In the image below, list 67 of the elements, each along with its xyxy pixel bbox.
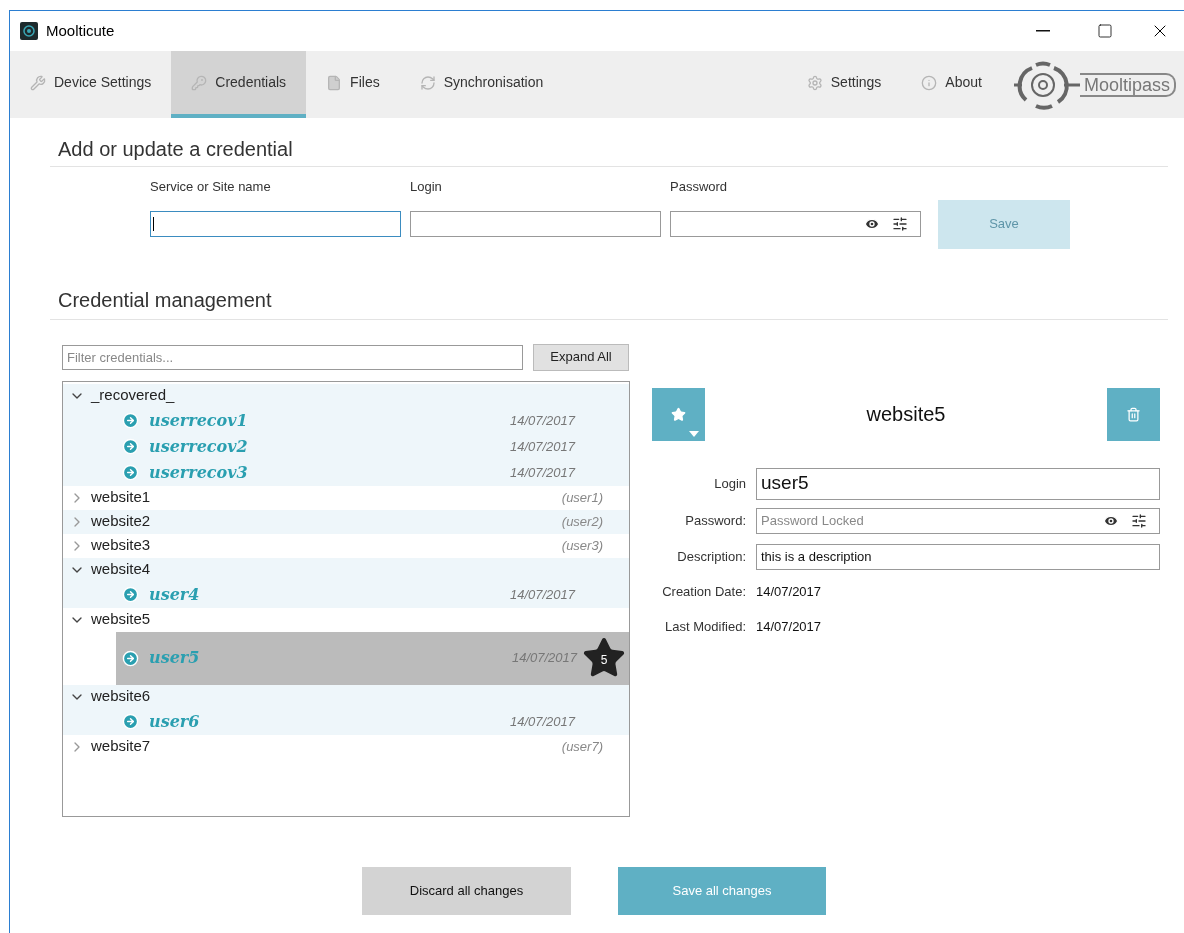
tree-group-row[interactable]: _recovered_ <box>63 383 629 408</box>
login-field[interactable]: user5 <box>756 467 1160 500</box>
login-hint: (user2) <box>561 512 603 531</box>
trash-icon <box>1126 406 1141 422</box>
field-label: Last Modified: <box>664 618 746 636</box>
section-title: Credential management <box>57 287 273 313</box>
tree-group-row[interactable]: website2 (user2) <box>63 509 629 534</box>
info-icon <box>921 74 938 91</box>
arrow-circle-icon <box>122 586 139 603</box>
field-label: Login <box>410 178 443 196</box>
sync-icon <box>419 74 436 91</box>
favorite-button[interactable] <box>652 387 705 441</box>
credential-date: 14/07/2017 <box>509 411 575 430</box>
field-label: Service or Site name <box>150 178 272 196</box>
tab[interactable]: Synchronisation <box>399 51 564 118</box>
star-icon <box>671 406 686 422</box>
text-field[interactable] <box>150 210 401 237</box>
credential-date: 14/07/2017 <box>509 712 575 731</box>
credential-date: 14/07/2017 <box>509 437 575 456</box>
credential-date: 14/07/2017 <box>511 649 577 668</box>
wrench-icon <box>30 74 46 91</box>
description-field[interactable]: this is a description <box>756 543 1160 570</box>
password-field[interactable] <box>670 210 921 237</box>
arrow-circle-icon <box>122 649 139 667</box>
logo: Mooltipass <box>1001 51 1184 118</box>
gear-icon <box>806 74 823 91</box>
login-hint: (user1) <box>561 488 603 507</box>
tab[interactable]: Device Settings <box>10 51 172 118</box>
tree-group-row[interactable]: website6 <box>63 684 629 709</box>
filter-field[interactable]: Filter credentials... <box>62 344 523 370</box>
field-label: Creation Date: <box>661 582 746 601</box>
delete-button[interactable] <box>1107 387 1160 441</box>
login-hint: (user3) <box>561 536 603 555</box>
tab[interactable]: About <box>901 51 1002 118</box>
dropdown-caret-icon <box>689 430 699 437</box>
arrow-circle-icon <box>122 464 139 481</box>
credential-date: 14/07/2017 <box>509 585 575 604</box>
field-label: Description: <box>676 547 746 566</box>
app-icon <box>20 22 38 40</box>
arrow-circle-icon <box>122 412 139 429</box>
credential-date: 14/07/2017 <box>509 463 575 482</box>
window-title: Moolticute <box>46 20 115 41</box>
sliders-icon[interactable] <box>892 215 908 232</box>
file-icon <box>326 74 343 91</box>
maximize-icon <box>1097 23 1113 39</box>
expand-all-button[interactable]: Expand All <box>533 343 629 371</box>
arrow-circle-icon <box>122 713 139 730</box>
key-icon <box>191 74 208 91</box>
tree-group-row[interactable]: website4 <box>63 557 629 582</box>
login-hint: (user7) <box>561 737 603 756</box>
arrow-circle-icon <box>122 438 139 455</box>
tab[interactable]: Files <box>306 51 400 118</box>
field-label: Login <box>713 474 746 493</box>
modified-date: 14/07/2017 <box>756 618 823 636</box>
section-title: Add or update a credential <box>57 137 294 162</box>
minimize-icon <box>1036 30 1050 32</box>
field-label: Password <box>670 178 729 196</box>
text-field[interactable] <box>410 210 661 237</box>
tree-credential-row[interactable]: user5 14/07/2017 5 <box>116 631 629 685</box>
password-field[interactable]: Password Locked <box>756 507 1160 534</box>
credential-title: website5 <box>865 402 947 427</box>
field-label: Password: <box>684 511 746 530</box>
creation-date: 14/07/2017 <box>756 582 823 601</box>
discard-button[interactable]: Discard all changes <box>362 866 571 915</box>
sliders-icon[interactable] <box>1131 512 1147 529</box>
tab[interactable]: Settings <box>786 51 902 118</box>
tab[interactable]: Credentials <box>171 51 307 118</box>
